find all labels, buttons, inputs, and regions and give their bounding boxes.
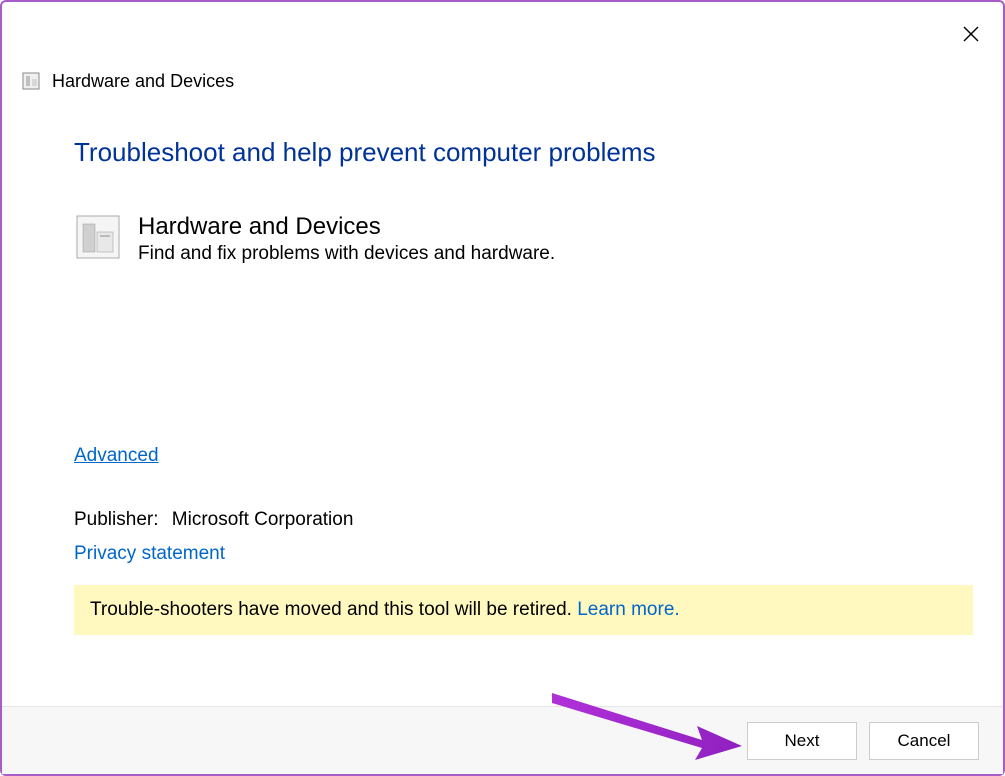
titlebar (2, 2, 1003, 20)
troubleshooter-block: Hardware and Devices Find and fix proble… (74, 213, 931, 265)
content-area: Troubleshoot and help prevent computer p… (2, 92, 1003, 565)
close-icon (963, 26, 979, 42)
footer-bar: Next Cancel (2, 706, 1003, 774)
learn-more-link[interactable]: Learn more. (577, 599, 679, 620)
troubleshooter-title: Hardware and Devices (138, 213, 555, 241)
publisher-row: Publisher: Microsoft Corporation (74, 509, 931, 531)
window-title: Hardware and Devices (52, 71, 234, 92)
publisher-label: Publisher: (74, 509, 159, 530)
cancel-button[interactable]: Cancel (869, 722, 979, 760)
main-heading: Troubleshoot and help prevent computer p… (74, 137, 931, 168)
close-button[interactable] (957, 20, 985, 48)
troubleshooter-small-icon (20, 70, 42, 92)
publisher-value: Microsoft Corporation (172, 509, 354, 530)
next-button[interactable]: Next (747, 722, 857, 760)
retirement-notice: Trouble-shooters have moved and this too… (74, 585, 973, 635)
notice-text: Trouble-shooters have moved and this too… (90, 599, 577, 620)
header-row: Hardware and Devices (2, 70, 1003, 92)
troubleshooter-description: Find and fix problems with devices and h… (138, 243, 555, 265)
privacy-statement-link[interactable]: Privacy statement (74, 543, 225, 565)
troubleshooter-text: Hardware and Devices Find and fix proble… (138, 213, 555, 265)
advanced-link[interactable]: Advanced (74, 445, 159, 467)
troubleshooter-large-icon (74, 213, 122, 261)
